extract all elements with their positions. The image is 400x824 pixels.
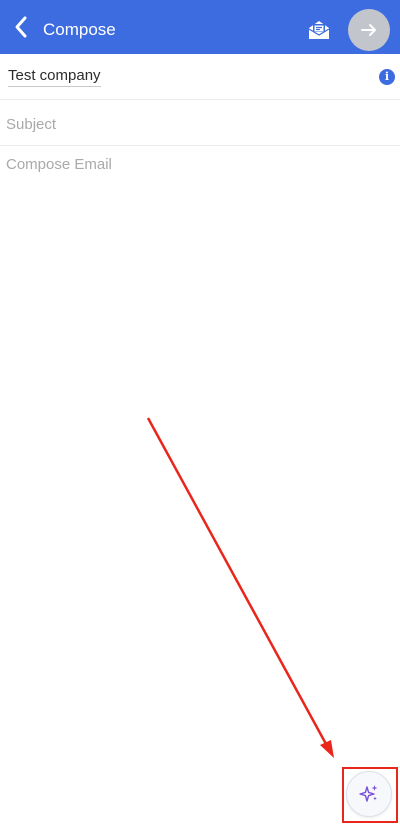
page-title: Compose bbox=[43, 20, 116, 39]
recipient-row: Test company bbox=[0, 54, 400, 100]
chevron-left-icon bbox=[15, 16, 27, 38]
info-icon[interactable]: i bbox=[379, 69, 395, 85]
compose-body-input[interactable] bbox=[6, 155, 392, 735]
app-bar: Compose bbox=[0, 0, 400, 54]
envelope-open-icon bbox=[308, 21, 330, 39]
arrow-right-icon bbox=[361, 24, 376, 36]
subject-row bbox=[0, 100, 400, 146]
email-template-button[interactable] bbox=[305, 17, 333, 43]
back-button[interactable] bbox=[8, 14, 34, 40]
subject-input[interactable] bbox=[6, 114, 386, 134]
recipient-chip[interactable]: Test company bbox=[8, 67, 101, 87]
ai-assist-button[interactable] bbox=[346, 771, 392, 817]
send-button[interactable] bbox=[348, 9, 390, 51]
sparkles-icon bbox=[359, 785, 378, 802]
